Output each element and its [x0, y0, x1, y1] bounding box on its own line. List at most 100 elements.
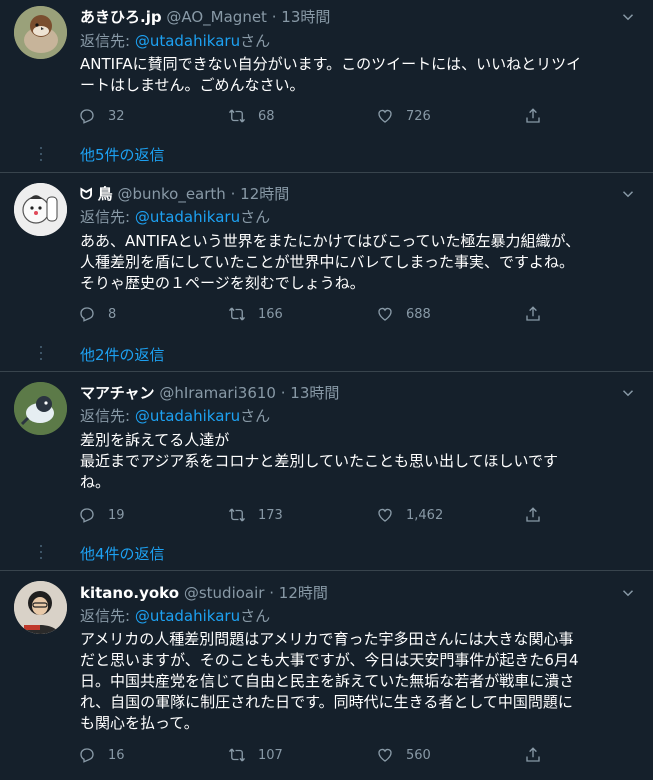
retweet-button[interactable]: 173: [228, 506, 283, 524]
tweet[interactable]: ᗢ 鳥 @bunko_earth · 12時間 返信先: @utadahikar…: [0, 173, 653, 371]
action-bar: 16 107 560: [78, 746, 558, 770]
avatar[interactable]: [14, 581, 67, 634]
heart-icon: [376, 746, 394, 764]
reply-prefix: 返信先:: [80, 607, 135, 625]
heart-icon: [376, 107, 394, 125]
reply-suffix: さん: [240, 208, 271, 226]
retweet-icon: [228, 746, 246, 764]
reply-button[interactable]: 8: [78, 305, 116, 323]
timestamp[interactable]: 13時間: [290, 384, 339, 402]
like-button[interactable]: 1,462: [376, 506, 443, 524]
action-bar: 32 68 726: [78, 107, 558, 131]
timestamp[interactable]: 12時間: [240, 185, 289, 203]
retweet-icon: [228, 305, 246, 323]
timestamp[interactable]: 13時間: [281, 8, 330, 26]
reply-context: 返信先: @utadahikaruさん: [80, 405, 270, 426]
timestamp[interactable]: 12時間: [279, 584, 328, 602]
share-icon: [524, 305, 542, 323]
share-icon: [524, 746, 542, 764]
bird-cartoon-avatar-image: [14, 183, 67, 236]
chevron-down-icon[interactable]: [619, 185, 637, 203]
share-button[interactable]: [524, 107, 554, 125]
heart-icon: [376, 305, 394, 323]
retweet-count: 68: [258, 108, 275, 124]
reply-count: 8: [108, 306, 117, 322]
reply-prefix: 返信先:: [80, 32, 135, 50]
person-avatar-image: [14, 581, 67, 634]
display-name[interactable]: kitano.yoko: [80, 584, 179, 602]
reply-count: 16: [108, 747, 125, 763]
share-icon: [524, 107, 542, 125]
tweet-text: ANTIFAに賛同できない自分がいます。このツイートには、いいねとリツイ ートは…: [80, 55, 582, 94]
sparrow-avatar-image: [14, 6, 67, 59]
tweet-text: アメリカの人種差別問題はアメリカで育った宇多田さんには大きな関心事 だと思います…: [80, 630, 579, 732]
display-name[interactable]: マアチャン: [80, 384, 155, 402]
like-button[interactable]: 688: [376, 305, 431, 323]
avatar[interactable]: [14, 183, 67, 236]
reply-prefix: 返信先:: [80, 208, 135, 226]
tweet[interactable]: あきひろ.jp @AO_Magnet · 13時間 返信先: @utadahik…: [0, 0, 653, 172]
username[interactable]: @bunko_earth: [117, 185, 225, 203]
like-count: 1,462: [406, 507, 444, 523]
username[interactable]: @studioair: [184, 584, 265, 602]
reply-icon: [78, 506, 96, 524]
like-count: 560: [406, 747, 431, 763]
reply-to-link[interactable]: @utadahikaru: [135, 32, 240, 50]
display-name[interactable]: あきひろ.jp: [80, 8, 162, 26]
retweet-icon: [228, 107, 246, 125]
like-count: 688: [406, 306, 431, 322]
reply-icon: [78, 305, 96, 323]
username[interactable]: @hIramari3610: [159, 384, 276, 402]
reply-to-link[interactable]: @utadahikaru: [135, 208, 240, 226]
thread-dots: [40, 346, 42, 364]
reply-suffix: さん: [240, 407, 271, 425]
chevron-down-icon[interactable]: [619, 8, 637, 26]
thread-dots: [40, 147, 42, 165]
reply-context: 返信先: @utadahikaruさん: [80, 30, 270, 51]
show-more-replies-link[interactable]: 他2件の返信: [80, 344, 165, 365]
show-more-replies-link[interactable]: 他4件の返信: [80, 543, 165, 564]
reply-icon: [78, 107, 96, 125]
username[interactable]: @AO_Magnet: [166, 8, 267, 26]
chevron-down-icon[interactable]: [619, 584, 637, 602]
share-button[interactable]: [524, 746, 554, 764]
tweet-text: ああ、ANTIFAという世界をまたにかけてはびこっていた極左暴力組織が、 人種差…: [80, 232, 581, 292]
heart-icon: [376, 506, 394, 524]
retweet-button[interactable]: 166: [228, 305, 283, 323]
show-more-replies-link[interactable]: 他5件の返信: [80, 144, 165, 165]
retweet-count: 173: [258, 507, 283, 523]
retweet-button[interactable]: 107: [228, 746, 283, 764]
dot-separator: ·: [269, 584, 275, 602]
avatar[interactable]: [14, 6, 67, 59]
tweet-header: ᗢ 鳥 @bunko_earth · 12時間: [80, 183, 289, 204]
retweet-count: 166: [258, 306, 283, 322]
tweet[interactable]: kitano.yoko @studioair · 12時間 返信先: @utad…: [0, 571, 653, 780]
reply-suffix: さん: [240, 32, 271, 50]
reply-context: 返信先: @utadahikaruさん: [80, 206, 270, 227]
reply-to-link[interactable]: @utadahikaru: [135, 407, 240, 425]
reply-to-link[interactable]: @utadahikaru: [135, 607, 240, 625]
like-button[interactable]: 560: [376, 746, 431, 764]
tweet[interactable]: マアチャン @hIramari3610 · 13時間 返信先: @utadahi…: [0, 372, 653, 570]
reply-button[interactable]: 19: [78, 506, 125, 524]
share-button[interactable]: [524, 506, 554, 524]
reply-icon: [78, 746, 96, 764]
chevron-down-icon[interactable]: [619, 384, 637, 402]
reply-button[interactable]: 16: [78, 746, 125, 764]
tweet-text: 差別を訴えてる人達が 最近までアジア系をコロナと差別していたことも思い出してほし…: [80, 431, 559, 491]
retweet-button[interactable]: 68: [228, 107, 275, 125]
retweet-icon: [228, 506, 246, 524]
share-button[interactable]: [524, 305, 554, 323]
thread-dots: [40, 545, 42, 563]
reply-count: 19: [108, 507, 125, 523]
reply-prefix: 返信先:: [80, 407, 135, 425]
dot-separator: ·: [280, 384, 286, 402]
bird-photo-avatar-image: [14, 382, 67, 435]
tweet-header: kitano.yoko @studioair · 12時間: [80, 582, 328, 603]
display-name[interactable]: ᗢ 鳥: [80, 185, 113, 203]
dot-separator: ·: [271, 8, 277, 26]
avatar[interactable]: [14, 382, 67, 435]
tweet-header: あきひろ.jp @AO_Magnet · 13時間: [80, 6, 330, 27]
reply-button[interactable]: 32: [78, 107, 125, 125]
like-button[interactable]: 726: [376, 107, 431, 125]
